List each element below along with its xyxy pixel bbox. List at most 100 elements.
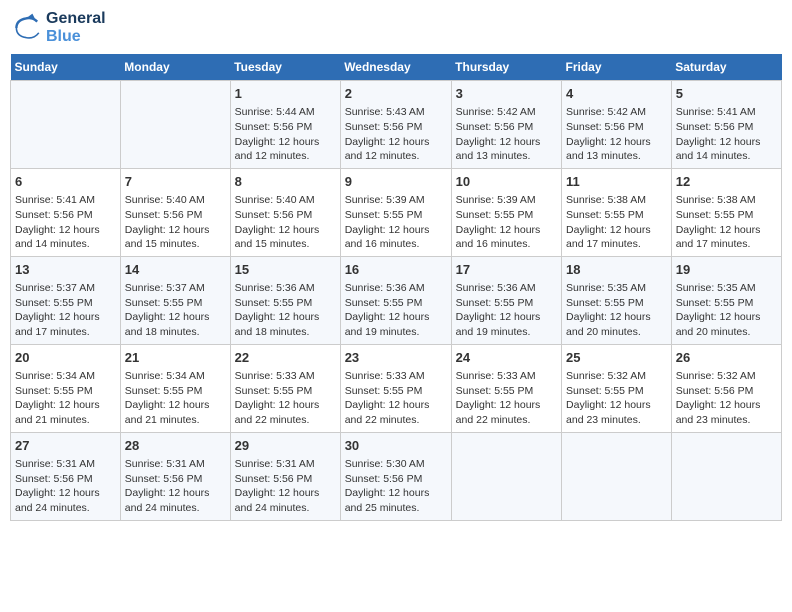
day-number: 16 xyxy=(345,261,447,279)
calendar-cell: 23Sunrise: 5:33 AM Sunset: 5:55 PM Dayli… xyxy=(340,344,451,432)
week-row-2: 6 Sunrise: 5:41 AM Sunset: 5:56 PM Daylig… xyxy=(11,168,782,256)
day-content: Sunrise: 5:34 AM Sunset: 5:55 PM Dayligh… xyxy=(125,369,226,428)
calendar-cell: 16 Sunrise: 5:36 AM Sunset: 5:55 PM Dayli… xyxy=(340,256,451,344)
day-number: 13 xyxy=(15,261,116,279)
day-number: 17 xyxy=(456,261,557,279)
day-number: 29 xyxy=(235,437,336,455)
day-number: 8 xyxy=(235,173,336,191)
calendar-cell: 12 Sunrise: 5:38 AM Sunset: 5:55 PM Dayli… xyxy=(671,168,781,256)
day-number: 5 xyxy=(676,85,777,103)
day-content: Sunrise: 5:31 AM Sunset: 5:56 PM Dayligh… xyxy=(235,457,336,516)
week-row-5: 27 Sunrise: 5:31 AM Sunset: 5:56 PM Dayli… xyxy=(11,432,782,520)
calendar-cell: 29 Sunrise: 5:31 AM Sunset: 5:56 PM Dayli… xyxy=(230,432,340,520)
day-content: Sunrise: 5:37 AM Sunset: 5:55 PM Dayligh… xyxy=(15,281,116,340)
calendar-header-row: SundayMondayTuesdayWednesdayThursdayFrid… xyxy=(11,54,782,81)
day-number: 26 xyxy=(676,349,777,367)
day-number: 22 xyxy=(235,349,336,367)
day-content: Sunrise: 5:39 AM Sunset: 5:55 PM Dayligh… xyxy=(456,193,557,252)
calendar-cell: 15Sunrise: 5:36 AM Sunset: 5:55 PM Dayli… xyxy=(230,256,340,344)
calendar-cell: 5 Sunrise: 5:41 AM Sunset: 5:56 PM Daylig… xyxy=(671,81,781,169)
day-number: 14 xyxy=(125,261,226,279)
day-number: 30 xyxy=(345,437,447,455)
calendar-cell: 28Sunrise: 5:31 AM Sunset: 5:56 PM Dayli… xyxy=(120,432,230,520)
calendar-cell: 25 Sunrise: 5:32 AM Sunset: 5:55 PM Dayli… xyxy=(562,344,672,432)
header-monday: Monday xyxy=(120,54,230,81)
page-header: General Blue xyxy=(10,10,782,46)
header-wednesday: Wednesday xyxy=(340,54,451,81)
day-number: 18 xyxy=(566,261,667,279)
day-content: Sunrise: 5:42 AM Sunset: 5:56 PM Dayligh… xyxy=(566,105,667,164)
calendar-cell xyxy=(120,81,230,169)
day-number: 4 xyxy=(566,85,667,103)
day-content: Sunrise: 5:35 AM Sunset: 5:55 PM Dayligh… xyxy=(676,281,777,340)
day-number: 27 xyxy=(15,437,116,455)
calendar-cell: 24 Sunrise: 5:33 AM Sunset: 5:55 PM Dayli… xyxy=(451,344,561,432)
day-content: Sunrise: 5:41 AM Sunset: 5:56 PM Dayligh… xyxy=(676,105,777,164)
week-row-4: 20 Sunrise: 5:34 AM Sunset: 5:55 PM Dayli… xyxy=(11,344,782,432)
day-number: 9 xyxy=(345,173,447,191)
calendar-cell: 7 Sunrise: 5:40 AM Sunset: 5:56 PM Daylig… xyxy=(120,168,230,256)
day-content: Sunrise: 5:43 AM Sunset: 5:56 PM Dayligh… xyxy=(345,105,447,164)
day-content: Sunrise: 5:44 AM Sunset: 5:56 PM Dayligh… xyxy=(235,105,336,164)
calendar-cell xyxy=(451,432,561,520)
calendar-cell: 30 Sunrise: 5:30 AM Sunset: 5:56 PM Dayli… xyxy=(340,432,451,520)
day-number: 12 xyxy=(676,173,777,191)
header-tuesday: Tuesday xyxy=(230,54,340,81)
day-content: Sunrise: 5:36 AM Sunset: 5:55 PM Dayligh… xyxy=(345,281,447,340)
day-number: 28 xyxy=(125,437,226,455)
calendar-cell xyxy=(11,81,121,169)
day-content: Sunrise: 5:36 AM Sunset: 5:55 PM Dayligh… xyxy=(235,281,336,340)
day-number: 24 xyxy=(456,349,557,367)
day-number: 25 xyxy=(566,349,667,367)
day-content: Sunrise: 5:37 AM Sunset: 5:55 PM Dayligh… xyxy=(125,281,226,340)
calendar-cell: 14 Sunrise: 5:37 AM Sunset: 5:55 PM Dayli… xyxy=(120,256,230,344)
day-content: Sunrise: 5:33 AM Sunset: 5:55 PM Dayligh… xyxy=(345,369,447,428)
day-content: Sunrise: 5:38 AM Sunset: 5:55 PM Dayligh… xyxy=(566,193,667,252)
calendar-cell: 18Sunrise: 5:35 AM Sunset: 5:55 PM Dayli… xyxy=(562,256,672,344)
header-friday: Friday xyxy=(562,54,672,81)
day-content: Sunrise: 5:32 AM Sunset: 5:56 PM Dayligh… xyxy=(676,369,777,428)
calendar-cell: 11 Sunrise: 5:38 AM Sunset: 5:55 PM Dayli… xyxy=(562,168,672,256)
calendar-cell: 2 Sunrise: 5:43 AM Sunset: 5:56 PM Daylig… xyxy=(340,81,451,169)
logo: General Blue xyxy=(10,10,106,46)
calendar-cell: 3 Sunrise: 5:42 AM Sunset: 5:56 PM Daylig… xyxy=(451,81,561,169)
day-number: 19 xyxy=(676,261,777,279)
week-row-3: 13 Sunrise: 5:37 AM Sunset: 5:55 PM Dayli… xyxy=(11,256,782,344)
day-content: Sunrise: 5:33 AM Sunset: 5:55 PM Dayligh… xyxy=(456,369,557,428)
day-content: Sunrise: 5:32 AM Sunset: 5:55 PM Dayligh… xyxy=(566,369,667,428)
calendar-cell: 27Sunrise: 5:31 AM Sunset: 5:56 PM Dayli… xyxy=(11,432,121,520)
calendar-cell: 20 Sunrise: 5:34 AM Sunset: 5:55 PM Dayli… xyxy=(11,344,121,432)
day-content: Sunrise: 5:38 AM Sunset: 5:55 PM Dayligh… xyxy=(676,193,777,252)
day-content: Sunrise: 5:42 AM Sunset: 5:56 PM Dayligh… xyxy=(456,105,557,164)
calendar-cell: 22 Sunrise: 5:33 AM Sunset: 5:55 PM Dayli… xyxy=(230,344,340,432)
day-number: 20 xyxy=(15,349,116,367)
calendar-cell: 17 Sunrise: 5:36 AM Sunset: 5:55 PM Dayli… xyxy=(451,256,561,344)
day-number: 1 xyxy=(235,85,336,103)
day-number: 11 xyxy=(566,173,667,191)
calendar-cell: 1 Sunrise: 5:44 AM Sunset: 5:56 PM Daylig… xyxy=(230,81,340,169)
day-content: Sunrise: 5:34 AM Sunset: 5:55 PM Dayligh… xyxy=(15,369,116,428)
calendar-cell xyxy=(671,432,781,520)
calendar-cell: 8 Sunrise: 5:40 AM Sunset: 5:56 PM Daylig… xyxy=(230,168,340,256)
day-number: 10 xyxy=(456,173,557,191)
day-number: 6 xyxy=(15,173,116,191)
day-number: 7 xyxy=(125,173,226,191)
day-number: 3 xyxy=(456,85,557,103)
calendar-cell: 13 Sunrise: 5:37 AM Sunset: 5:55 PM Dayli… xyxy=(11,256,121,344)
day-content: Sunrise: 5:36 AM Sunset: 5:55 PM Dayligh… xyxy=(456,281,557,340)
day-content: Sunrise: 5:40 AM Sunset: 5:56 PM Dayligh… xyxy=(125,193,226,252)
day-content: Sunrise: 5:33 AM Sunset: 5:55 PM Dayligh… xyxy=(235,369,336,428)
day-content: Sunrise: 5:30 AM Sunset: 5:56 PM Dayligh… xyxy=(345,457,447,516)
day-number: 21 xyxy=(125,349,226,367)
day-number: 2 xyxy=(345,85,447,103)
calendar-table: SundayMondayTuesdayWednesdayThursdayFrid… xyxy=(10,54,782,521)
header-thursday: Thursday xyxy=(451,54,561,81)
day-content: Sunrise: 5:40 AM Sunset: 5:56 PM Dayligh… xyxy=(235,193,336,252)
header-saturday: Saturday xyxy=(671,54,781,81)
calendar-cell: 10 Sunrise: 5:39 AM Sunset: 5:55 PM Dayli… xyxy=(451,168,561,256)
calendar-cell xyxy=(562,432,672,520)
calendar-cell: 26 Sunrise: 5:32 AM Sunset: 5:56 PM Dayli… xyxy=(671,344,781,432)
logo-text: General Blue xyxy=(46,10,106,46)
day-content: Sunrise: 5:39 AM Sunset: 5:55 PM Dayligh… xyxy=(345,193,447,252)
day-content: Sunrise: 5:41 AM Sunset: 5:56 PM Dayligh… xyxy=(15,193,116,252)
